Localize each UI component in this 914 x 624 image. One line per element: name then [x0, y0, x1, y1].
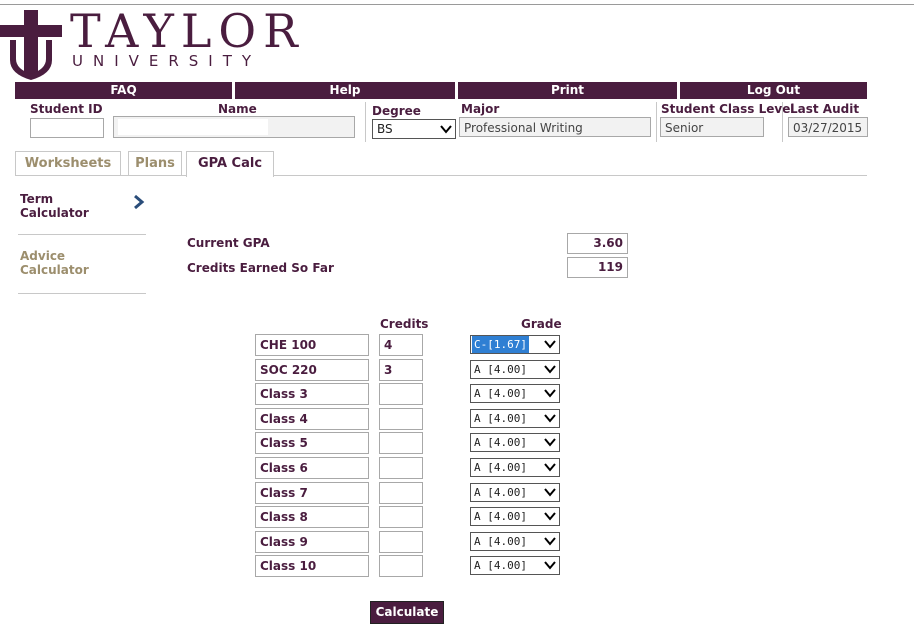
grade-select[interactable]: A [4.00]	[470, 384, 560, 404]
chevron-down-icon	[543, 386, 557, 401]
chevron-down-icon	[543, 361, 557, 376]
grade-value: A [4.00]	[474, 436, 527, 450]
help-button[interactable]: Help	[235, 82, 455, 99]
term-calculator-label-1: Term	[20, 192, 54, 206]
print-button[interactable]: Print	[458, 82, 677, 99]
credits-input[interactable]	[379, 506, 423, 529]
class-name-input[interactable]: Class 9	[255, 530, 369, 553]
divider	[365, 102, 366, 142]
credits-input[interactable]	[379, 555, 423, 578]
class-name-input[interactable]: Class 10	[255, 555, 369, 578]
chevron-down-icon	[543, 558, 557, 573]
student-id-label: Student ID	[30, 102, 103, 116]
faq-button[interactable]: FAQ	[15, 82, 232, 99]
chevron-down-icon	[543, 509, 557, 524]
credits-input[interactable]	[379, 407, 423, 430]
chevron-right-icon	[134, 194, 145, 210]
grade-select[interactable]: A [4.00]	[470, 556, 560, 576]
grade-select[interactable]: A [4.00]	[470, 408, 560, 428]
name-field[interactable]	[113, 116, 355, 138]
credits-input[interactable]	[379, 530, 423, 553]
class-name-input[interactable]: Class 6	[255, 457, 369, 479]
chevron-down-icon	[543, 337, 557, 351]
logo-wordmark: TAYLOR	[70, 4, 305, 58]
grade-select[interactable]: A [4.00]	[470, 531, 560, 551]
grade-value: A [4.00]	[474, 362, 527, 376]
grade-select[interactable]: A [4.00]	[470, 359, 560, 379]
class-name-input[interactable]: Class 7	[255, 481, 369, 504]
tab-plans[interactable]: Plans	[128, 151, 182, 175]
credits-input[interactable]: 4	[379, 334, 423, 356]
calculate-button[interactable]: Calculate	[370, 601, 444, 624]
name-value	[118, 119, 268, 135]
degree-label: Degree	[372, 104, 421, 118]
chevron-down-icon	[543, 484, 557, 499]
divider	[656, 102, 657, 142]
credits-earned-value: 119	[567, 257, 628, 278]
current-gpa-value: 3.60	[567, 233, 628, 254]
grade-value: A [4.00]	[474, 559, 527, 573]
menu-divider	[18, 234, 146, 235]
chevron-down-icon	[543, 533, 557, 548]
credits-input[interactable]	[379, 432, 423, 455]
last-audit-label: Last Audit	[790, 102, 860, 116]
grade-header: Grade	[521, 317, 562, 331]
grade-value: A [4.00]	[474, 510, 527, 524]
credits-header: Credits	[380, 317, 429, 331]
advice-calculator-link[interactable]: Advice Calculator	[20, 249, 89, 277]
logo-subtitle: UNIVERSITY	[72, 52, 262, 70]
grade-value: A [4.00]	[474, 461, 527, 474]
class-level-field[interactable]: Senior	[660, 117, 764, 137]
credits-input[interactable]	[379, 383, 423, 406]
grade-value: A [4.00]	[474, 485, 527, 499]
class-name-input[interactable]: Class 4	[255, 407, 369, 430]
cross-shield-icon	[0, 10, 62, 80]
credits-earned-label: Credits Earned So Far	[187, 261, 334, 275]
student-id-field[interactable]	[30, 118, 104, 138]
grade-select[interactable]: A [4.00]	[470, 458, 560, 477]
grade-value: A [4.00]	[474, 411, 527, 425]
class-name-input[interactable]: CHE 100	[255, 334, 369, 356]
major-field[interactable]: Professional Writing	[459, 117, 651, 137]
term-calculator-link[interactable]: Term Calculator	[20, 192, 89, 220]
chevron-down-icon	[439, 122, 453, 136]
grade-select[interactable]: A [4.00]	[470, 482, 560, 502]
class-name-input[interactable]: Class 3	[255, 383, 369, 406]
degree-select[interactable]: BS	[372, 119, 456, 139]
class-name-input[interactable]: Class 5	[255, 432, 369, 455]
name-label: Name	[218, 102, 257, 116]
grade-value: A [4.00]	[474, 387, 527, 401]
credits-input[interactable]: 3	[379, 358, 423, 381]
advice-calculator-label-1: Advice	[20, 249, 66, 263]
grade-select[interactable]: C-[1.67]	[470, 335, 560, 354]
grade-value: C-[1.67]	[472, 336, 529, 353]
top-nav: FAQ Help Print Log Out	[15, 82, 867, 99]
menu-divider	[18, 293, 146, 294]
grade-select[interactable]: A [4.00]	[470, 433, 560, 453]
class-name-input[interactable]: SOC 220	[255, 358, 369, 381]
logout-button[interactable]: Log Out	[680, 82, 867, 99]
chevron-down-icon	[543, 435, 557, 450]
credits-input[interactable]	[379, 457, 423, 479]
credits-input[interactable]	[379, 481, 423, 504]
class-level-label: Student Class Level	[661, 102, 795, 116]
divider	[782, 102, 783, 142]
class-name-input[interactable]: Class 8	[255, 506, 369, 529]
last-audit-field[interactable]: 03/27/2015	[788, 117, 868, 137]
current-gpa-label: Current GPA	[187, 236, 270, 250]
advice-calculator-label-2: Calculator	[20, 263, 89, 277]
active-tab-gap	[187, 174, 273, 177]
tab-worksheets[interactable]: Worksheets	[15, 151, 121, 175]
grade-value: A [4.00]	[474, 534, 527, 548]
degree-value: BS	[377, 122, 393, 136]
chevron-down-icon	[543, 410, 557, 425]
major-label: Major	[461, 102, 500, 116]
grade-select[interactable]: A [4.00]	[470, 507, 560, 527]
tab-underline	[15, 175, 867, 176]
term-calculator-label-2: Calculator	[20, 206, 89, 220]
chevron-down-icon	[543, 460, 557, 474]
